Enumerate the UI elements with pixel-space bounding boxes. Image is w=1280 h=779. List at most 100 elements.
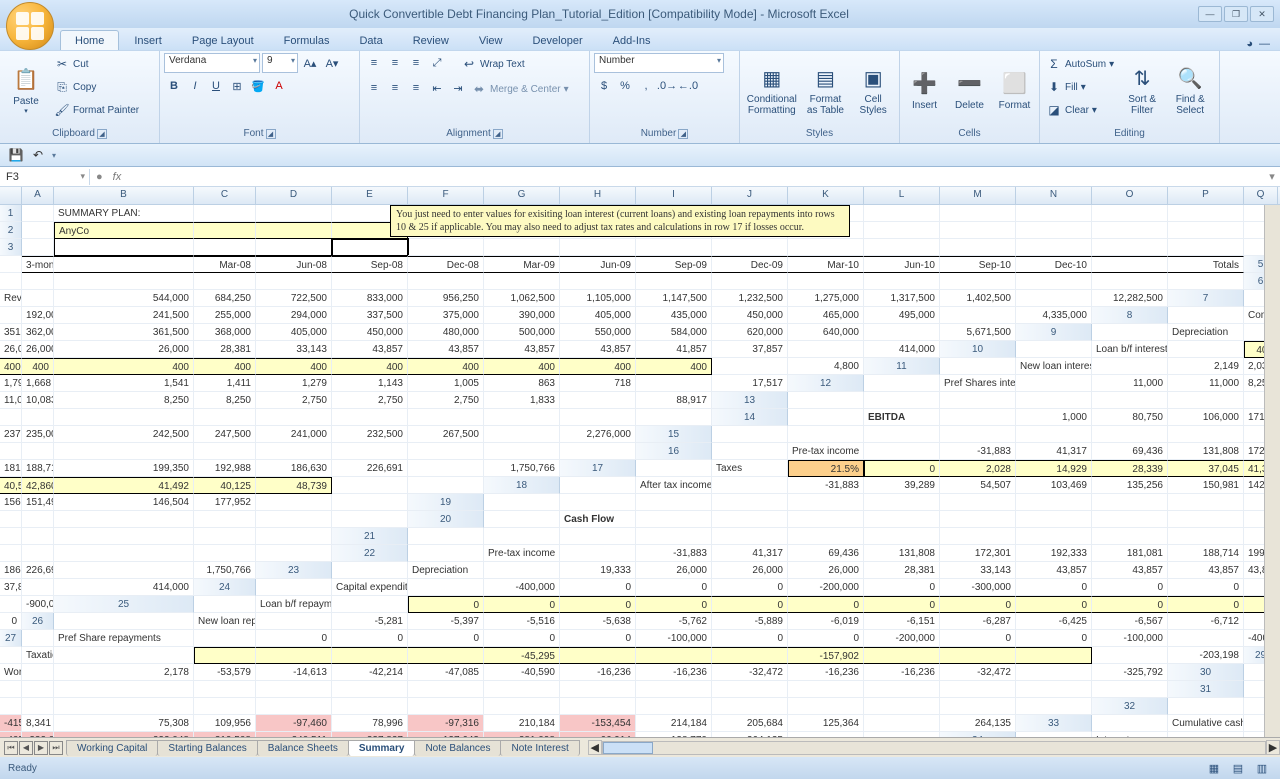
cell[interactable]: 1,000 xyxy=(1016,409,1092,426)
cell[interactable] xyxy=(0,545,22,562)
cell[interactable]: 40,574 xyxy=(0,477,22,494)
row-header[interactable]: 9 xyxy=(1016,324,1092,341)
cell[interactable] xyxy=(484,511,560,528)
cell[interactable] xyxy=(332,239,408,256)
cell[interactable]: 718 xyxy=(560,375,636,392)
cell[interactable] xyxy=(560,273,636,290)
cell[interactable] xyxy=(864,647,940,664)
cell[interactable]: Sep-10 xyxy=(940,256,1016,273)
cell[interactable]: 1,833 xyxy=(484,392,560,409)
cell[interactable] xyxy=(560,409,636,426)
cell[interactable] xyxy=(484,528,560,545)
cell[interactable]: Pre-tax income xyxy=(788,443,864,460)
cell[interactable] xyxy=(332,647,408,664)
cell[interactable]: 400 xyxy=(332,358,408,375)
restore-button[interactable]: ❐ xyxy=(1224,6,1248,22)
cell[interactable]: New loan repayments xyxy=(194,613,256,630)
cell[interactable]: 177,952 xyxy=(194,494,256,511)
cell[interactable]: 41,317 xyxy=(712,545,788,562)
cell[interactable]: 1,143 xyxy=(332,375,408,392)
tab-insert[interactable]: Insert xyxy=(119,30,177,50)
cell[interactable]: 135,256 xyxy=(1092,477,1168,494)
cell[interactable]: -16,236 xyxy=(864,664,940,681)
cell[interactable]: 41,492 xyxy=(54,477,194,494)
cell[interactable]: -337,827 xyxy=(332,732,408,737)
cell[interactable]: Mar-09 xyxy=(484,256,560,273)
cell[interactable] xyxy=(1092,426,1168,443)
row-header[interactable]: 24 xyxy=(194,579,256,596)
cell[interactable]: 43,857 xyxy=(1092,562,1168,579)
cell[interactable]: 2,750 xyxy=(256,392,332,409)
cell[interactable] xyxy=(1092,239,1168,256)
cell[interactable] xyxy=(484,426,560,443)
worksheet-area[interactable]: ABCDEFGHIJKLMNOPQR1SUMMARY PLAN:2AnyCo34… xyxy=(0,187,1280,737)
cell[interactable] xyxy=(194,698,256,715)
row-header[interactable]: 34 xyxy=(940,732,1016,737)
cell[interactable] xyxy=(864,681,940,698)
cell[interactable] xyxy=(1016,239,1092,256)
cell[interactable] xyxy=(636,239,712,256)
cell[interactable] xyxy=(256,205,332,222)
cell[interactable] xyxy=(256,494,332,511)
row-header[interactable]: 7 xyxy=(1168,290,1244,307)
row-header[interactable]: 32 xyxy=(1092,698,1168,715)
delete-cells-button[interactable]: ➖Delete xyxy=(949,53,990,125)
paste-button[interactable]: 📋Paste▾ xyxy=(4,53,48,125)
cell[interactable]: 1,792 xyxy=(0,375,22,392)
cell[interactable]: 131,808 xyxy=(1168,443,1244,460)
cell[interactable] xyxy=(560,443,636,460)
cell[interactable] xyxy=(1168,273,1244,290)
cell[interactable]: 214,184 xyxy=(636,715,712,732)
cell[interactable] xyxy=(54,647,194,664)
cell[interactable]: 495,000 xyxy=(864,307,940,324)
cell[interactable] xyxy=(54,562,194,579)
decrease-decimal-button[interactable]: ←.0 xyxy=(678,76,698,96)
fx-icon[interactable]: fx xyxy=(109,171,126,183)
cell[interactable]: 247,500 xyxy=(194,426,256,443)
cell[interactable]: 0 xyxy=(332,630,408,647)
cell[interactable]: Pref Share repayments xyxy=(54,630,194,647)
cell[interactable]: 863 xyxy=(484,375,560,392)
merge-center-button[interactable]: ⬌Merge & Center▾ xyxy=(469,78,571,100)
cell[interactable]: 199,350 xyxy=(54,460,194,477)
cell[interactable] xyxy=(194,511,256,528)
cell[interactable]: 405,000 xyxy=(560,307,636,324)
cell[interactable] xyxy=(940,222,1016,239)
orientation-button[interactable]: ⤢ xyxy=(427,53,447,73)
cell[interactable]: 235,000 xyxy=(22,426,54,443)
cell[interactable]: 550,000 xyxy=(560,324,636,341)
cell[interactable] xyxy=(1168,392,1244,409)
cell[interactable]: -332,004 xyxy=(22,732,54,737)
cell[interactable]: 4,335,000 xyxy=(1016,307,1092,324)
column-header[interactable]: J xyxy=(712,187,788,205)
clear-button[interactable]: ◪Clear▾ xyxy=(1044,99,1116,121)
border-button[interactable]: ⊞ xyxy=(227,76,247,96)
cell[interactable] xyxy=(636,375,712,392)
cell[interactable]: 28,381 xyxy=(194,341,256,358)
cell[interactable] xyxy=(194,239,256,256)
row-header[interactable]: 15 xyxy=(636,426,712,443)
cell[interactable] xyxy=(484,273,560,290)
minimize-button[interactable]: — xyxy=(1198,6,1222,22)
cell[interactable] xyxy=(194,647,256,664)
cell[interactable] xyxy=(0,647,22,664)
cell[interactable]: 181,081 xyxy=(0,460,22,477)
cell[interactable]: New loan interest xyxy=(1016,358,1092,375)
cell[interactable]: 5,671,500 xyxy=(940,324,1016,341)
cell[interactable]: 37,857 xyxy=(0,579,22,596)
cell[interactable] xyxy=(712,494,788,511)
cell[interactable]: 80,750 xyxy=(1092,409,1168,426)
tab-data[interactable]: Data xyxy=(344,30,397,50)
cell[interactable] xyxy=(408,681,484,698)
cell[interactable]: 1,317,500 xyxy=(864,290,940,307)
cell[interactable]: 3-months ending > xyxy=(22,256,54,273)
cell[interactable] xyxy=(940,426,1016,443)
row-header[interactable]: 8 xyxy=(1092,307,1168,324)
cell[interactable]: 88,917 xyxy=(636,392,712,409)
cell[interactable] xyxy=(1168,511,1244,528)
cell[interactable]: 28,339 xyxy=(1092,460,1168,477)
cell[interactable] xyxy=(484,698,560,715)
align-center-button[interactable]: ≡ xyxy=(385,78,405,98)
close-button[interactable]: ✕ xyxy=(1250,6,1274,22)
cell[interactable]: 544,000 xyxy=(54,290,194,307)
